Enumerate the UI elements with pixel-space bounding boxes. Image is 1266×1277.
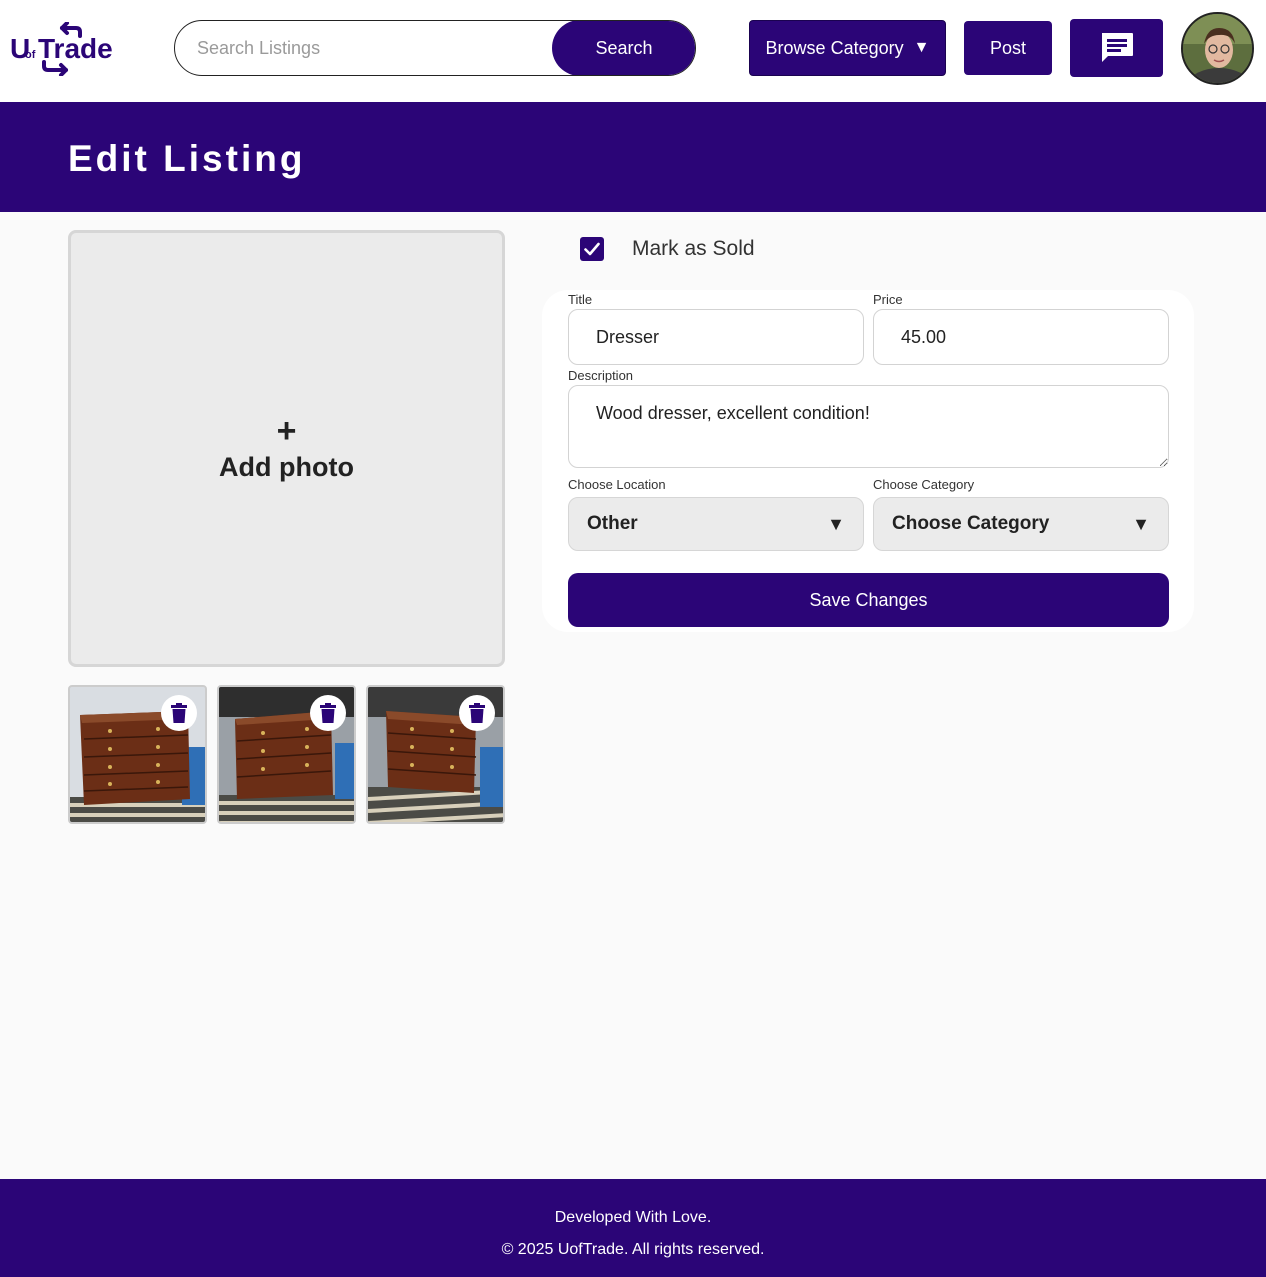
chat-icon bbox=[1101, 33, 1133, 62]
page-banner: Edit Listing bbox=[0, 102, 1266, 212]
category-select-value: Choose Category bbox=[892, 513, 1050, 534]
messages-button[interactable] bbox=[1070, 19, 1163, 77]
search-input[interactable] bbox=[175, 21, 575, 75]
location-label: Choose Location bbox=[568, 477, 666, 492]
checkmark-icon bbox=[584, 242, 600, 256]
add-photo-label: Add photo bbox=[219, 452, 354, 482]
delete-photo-button[interactable] bbox=[310, 695, 346, 731]
logo-of-text: of bbox=[25, 49, 36, 61]
footer-copyright: © 2025 UofTrade. All rights reserved. bbox=[501, 1241, 765, 1258]
mark-as-sold-label: Mark as Sold bbox=[632, 237, 755, 260]
category-select[interactable]: Choose Category ▼ bbox=[873, 497, 1169, 551]
photo-thumbnails bbox=[68, 685, 505, 824]
search-bar: Search bbox=[174, 20, 696, 76]
description-textarea[interactable]: Wood dresser, excellent condition! bbox=[568, 385, 1169, 468]
caret-down-icon: ▼ bbox=[913, 39, 930, 56]
location-select[interactable]: Other ▼ bbox=[568, 497, 864, 551]
post-button[interactable]: Post bbox=[964, 21, 1052, 75]
trash-icon bbox=[171, 703, 187, 723]
top-navbar: U of Trade Search Browse Category ▼ Post bbox=[0, 0, 1266, 102]
mark-as-sold-checkbox[interactable] bbox=[580, 237, 604, 261]
footer: Developed With Love. © 2025 UofTrade. Al… bbox=[0, 1179, 1266, 1277]
user-avatar[interactable] bbox=[1181, 12, 1254, 85]
caret-down-icon: ▼ bbox=[1132, 513, 1150, 534]
title-input[interactable] bbox=[568, 309, 864, 365]
caret-down-icon: ▼ bbox=[827, 513, 845, 534]
photo-thumbnail[interactable] bbox=[217, 685, 356, 824]
location-select-value: Other bbox=[587, 513, 638, 534]
add-photo-dropzone[interactable]: + Add photo bbox=[68, 230, 505, 667]
mark-as-sold-row: Mark as Sold bbox=[580, 236, 755, 262]
price-label: Price bbox=[873, 292, 903, 307]
photo-thumbnail[interactable] bbox=[68, 685, 207, 824]
price-input[interactable] bbox=[873, 309, 1169, 365]
browse-category-button[interactable]: Browse Category ▼ bbox=[749, 20, 946, 76]
svg-text:Trade: Trade bbox=[38, 33, 113, 64]
trash-icon bbox=[469, 703, 485, 723]
category-label: Choose Category bbox=[873, 477, 975, 492]
uoftrade-logo[interactable]: U of Trade bbox=[10, 21, 114, 77]
trash-icon bbox=[320, 703, 336, 723]
description-label: Description bbox=[568, 368, 634, 383]
page-title: Edit Listing bbox=[68, 138, 306, 179]
delete-photo-button[interactable] bbox=[459, 695, 495, 731]
title-label: Title bbox=[568, 292, 593, 307]
browse-category-label: Browse Category bbox=[765, 37, 904, 58]
photo-thumbnail[interactable] bbox=[366, 685, 505, 824]
delete-photo-button[interactable] bbox=[161, 695, 197, 731]
save-changes-button[interactable]: Save Changes bbox=[568, 573, 1169, 627]
search-button[interactable]: Search bbox=[552, 21, 695, 75]
plus-icon: + bbox=[276, 412, 297, 450]
footer-tagline: Developed With Love. bbox=[554, 1209, 712, 1226]
